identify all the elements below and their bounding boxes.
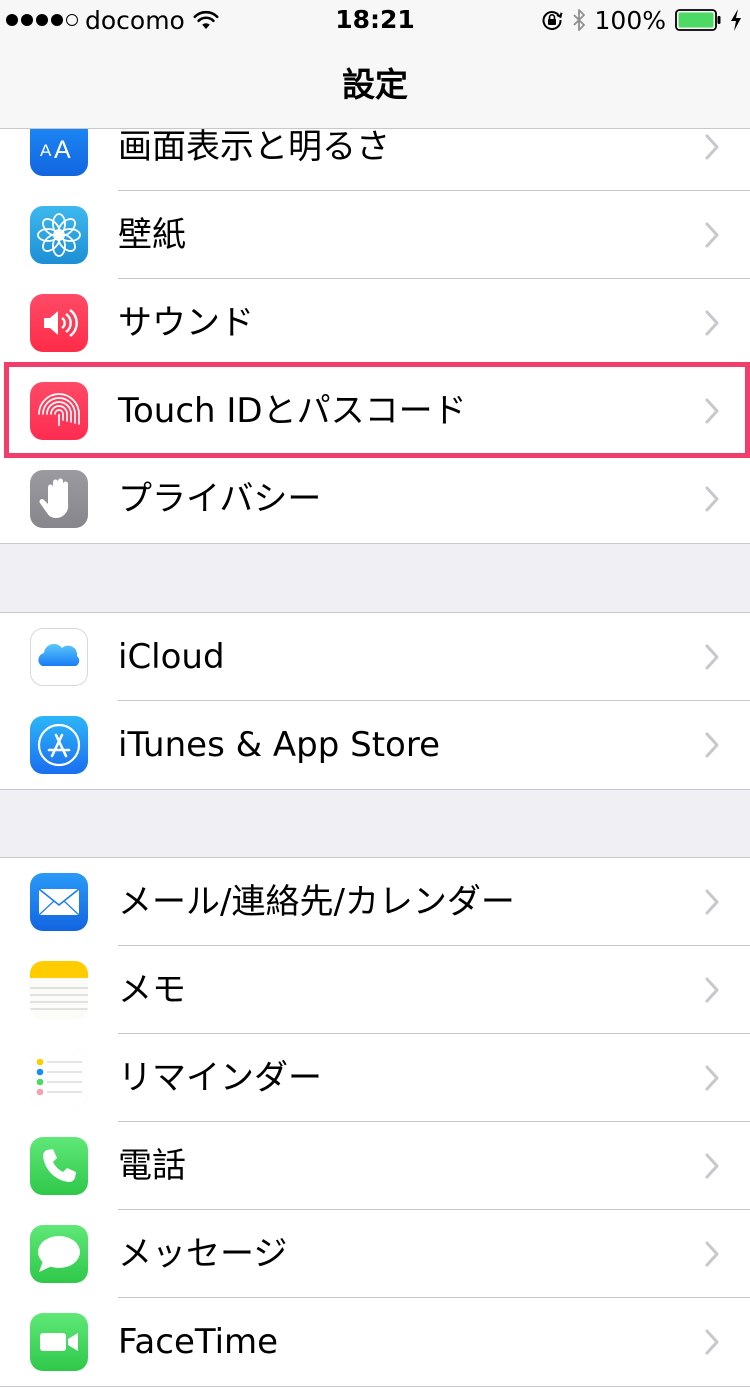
settings-row-label: iCloud	[118, 637, 225, 677]
notes-icon	[30, 961, 88, 1019]
chevron-right-icon	[705, 1065, 719, 1091]
rotation-lock-icon	[542, 11, 562, 31]
settings-group-display: A A 画面表示と明るさ 壁紙 サウンド Touch IDとパスコード プライバシー	[0, 102, 750, 544]
settings-row-reminders[interactable]: リマインダー	[0, 1034, 750, 1122]
settings-row-itunes[interactable]: iTunes & App Store	[0, 701, 750, 789]
cloud-icon	[30, 628, 88, 686]
settings-row-label: 壁紙	[118, 215, 186, 255]
svg-text:A: A	[54, 136, 71, 164]
settings-row-label: メッセージ	[118, 1234, 288, 1274]
settings-row-notes[interactable]: メモ	[0, 946, 750, 1034]
speech-bubble-icon	[30, 1225, 88, 1283]
settings-row-label: プライバシー	[118, 479, 322, 519]
video-camera-icon	[30, 1313, 88, 1371]
settings-group-cloud: iCloud iTunes & App Store	[0, 612, 750, 790]
mail-envelope-icon	[30, 873, 88, 931]
status-bar: docomo 18:21 100%	[0, 0, 750, 40]
app-store-icon	[30, 716, 88, 774]
settings-group-apps: メール/連絡先/カレンダー メモリマインダー 電話メッセージ FaceTime	[0, 857, 750, 1387]
wallpaper-flower-icon	[30, 206, 88, 264]
battery-percent: 100%	[594, 5, 666, 35]
settings-row-mail[interactable]: メール/連絡先/カレンダー	[0, 858, 750, 946]
settings-row-label: メール/連絡先/カレンダー	[118, 882, 515, 922]
settings-row-label: リマインダー	[118, 1058, 322, 1098]
chevron-right-icon	[705, 486, 719, 512]
chevron-right-icon	[705, 398, 719, 424]
settings-row-label: Touch IDとパスコード	[118, 391, 467, 431]
battery-icon	[675, 9, 721, 31]
settings-row-messages[interactable]: メッセージ	[0, 1210, 750, 1298]
status-right: 100%	[541, 0, 742, 40]
settings-row-facetime[interactable]: FaceTime	[0, 1298, 750, 1386]
chevron-right-icon	[705, 977, 719, 1003]
chevron-right-icon	[705, 889, 719, 915]
settings-row-privacy[interactable]: プライバシー	[0, 455, 750, 543]
settings-row-label: 電話	[118, 1146, 186, 1186]
bluetooth-icon	[572, 9, 585, 31]
chevron-right-icon	[705, 644, 719, 670]
settings-row-label: メモ	[118, 970, 186, 1010]
charging-bolt-icon	[731, 9, 741, 31]
svg-text:A: A	[40, 141, 52, 160]
navigation-bar: 設定	[0, 40, 750, 129]
settings-row-wallpaper[interactable]: 壁紙	[0, 191, 750, 279]
chevron-right-icon	[705, 732, 719, 758]
chevron-right-icon	[705, 134, 719, 160]
settings-row-icloud[interactable]: iCloud	[0, 613, 750, 701]
reminders-list-icon	[30, 1049, 88, 1107]
speaker-icon	[30, 294, 88, 352]
settings-row-label: サウンド	[118, 303, 254, 343]
settings-row-phone[interactable]: 電話	[0, 1122, 750, 1210]
settings-row-sound[interactable]: サウンド	[0, 279, 750, 367]
settings-row-label: iTunes & App Store	[118, 725, 441, 765]
chevron-right-icon	[705, 1329, 719, 1355]
page-title: 設定	[342, 65, 408, 104]
chevron-right-icon	[705, 1153, 719, 1179]
settings-row-label: FaceTime	[118, 1322, 279, 1362]
phone-handset-icon	[30, 1137, 88, 1195]
settings-row-touch-id[interactable]: Touch IDとパスコード	[0, 367, 750, 455]
chevron-right-icon	[705, 1241, 719, 1267]
chevron-right-icon	[705, 310, 719, 336]
chevron-right-icon	[705, 222, 719, 248]
fingerprint-icon	[30, 382, 88, 440]
hand-icon	[30, 470, 88, 528]
